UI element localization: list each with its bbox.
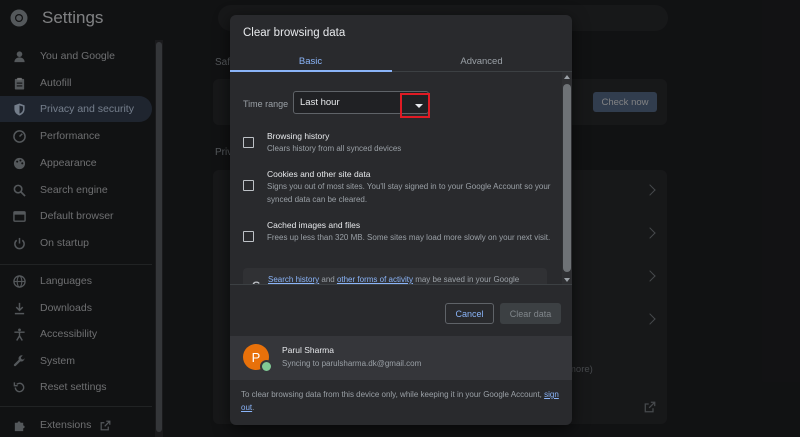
search-history-link[interactable]: Search history bbox=[268, 275, 319, 284]
footer-message: To clear browsing data from this device … bbox=[241, 390, 545, 399]
scroll-down-arrow-icon[interactable] bbox=[564, 278, 570, 282]
option-title: Cookies and other site data bbox=[267, 169, 371, 179]
browsing-history-checkbox[interactable] bbox=[243, 137, 254, 148]
clear-browsing-data-dialog: Clear browsing data Basic Advanced Time … bbox=[230, 15, 572, 425]
dialog-content: Time range Last hour Browsing history Cl… bbox=[230, 72, 572, 284]
note-connector: and bbox=[319, 275, 337, 284]
other-activity-link[interactable]: other forms of activity bbox=[337, 275, 413, 284]
time-range-value: Last hour bbox=[300, 97, 340, 108]
chevron-down-icon[interactable] bbox=[415, 104, 423, 108]
profile-name: Parul Sharma bbox=[282, 345, 334, 355]
option-title: Cached images and files bbox=[267, 220, 361, 230]
time-range-label: Time range bbox=[243, 99, 289, 109]
cancel-button[interactable]: Cancel bbox=[445, 303, 494, 324]
clear-data-button[interactable]: Clear data bbox=[500, 303, 561, 324]
dialog-scrollbar-thumb[interactable] bbox=[563, 84, 571, 272]
footer-period: . bbox=[252, 403, 255, 412]
option-description: Signs you out of most sites. You'll stay… bbox=[267, 182, 551, 204]
option-description: Frees up less than 320 MB. Some sites ma… bbox=[267, 233, 551, 242]
dialog-title: Clear browsing data bbox=[243, 27, 346, 39]
cached-images-checkbox[interactable] bbox=[243, 231, 254, 242]
sync-status-text: Syncing to parulsharma.dk@gmail.com bbox=[282, 359, 422, 368]
cookies-checkbox[interactable] bbox=[243, 180, 254, 191]
sync-status-icon bbox=[260, 360, 273, 373]
option-description: Clears history from all synced devices bbox=[267, 144, 402, 153]
tab-advanced[interactable]: Advanced bbox=[401, 51, 562, 72]
button-divider bbox=[230, 284, 572, 285]
dialog-footer-text: To clear browsing data from this device … bbox=[241, 388, 559, 414]
profile-section: P Parul Sharma Syncing to parulsharma.dk… bbox=[230, 336, 572, 380]
scroll-up-arrow-icon[interactable] bbox=[564, 75, 570, 79]
google-account-note: G Search history and other forms of acti… bbox=[243, 268, 547, 284]
option-title: Browsing history bbox=[267, 131, 330, 141]
tab-basic[interactable]: Basic bbox=[230, 51, 391, 72]
google-note-text: Search history and other forms of activi… bbox=[268, 273, 544, 284]
